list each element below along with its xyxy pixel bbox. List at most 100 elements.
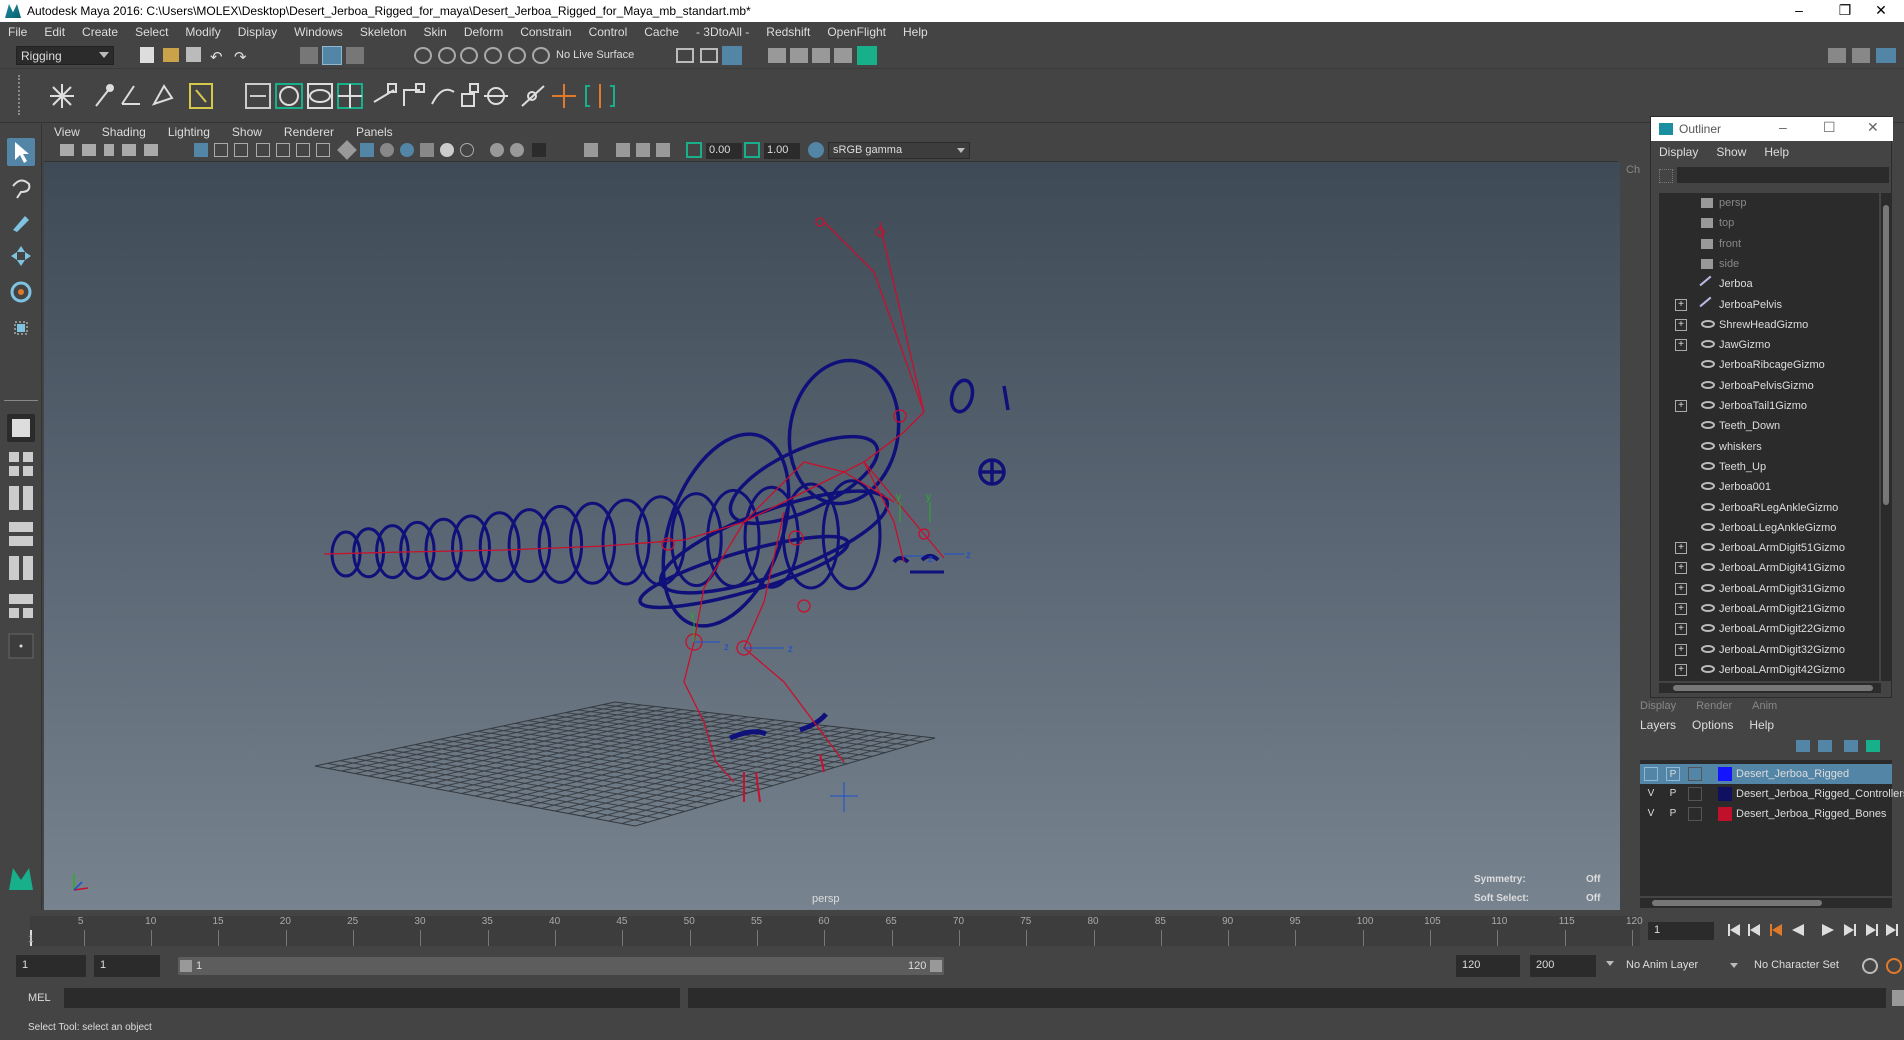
outliner-item[interactable]: side: [1659, 254, 1879, 274]
range-start-handle[interactable]: [180, 960, 192, 972]
scrollbar-thumb[interactable]: [1883, 205, 1889, 505]
exposure-field[interactable]: 0.00: [706, 143, 742, 159]
undo-icon[interactable]: ↶: [210, 48, 223, 66]
safe-action-icon[interactable]: [296, 143, 310, 157]
outliner-menu-item[interactable]: Help: [1764, 145, 1789, 159]
menu-item[interactable]: OpenFlight: [827, 25, 886, 39]
layer-row[interactable]: V P Desert_Jerboa_Rigged_Bones: [1640, 804, 1892, 824]
render-view-icon[interactable]: [768, 48, 786, 63]
viewport-menu-item[interactable]: Lighting: [168, 125, 210, 139]
outliner-item[interactable]: + JerboaLArmDigit42Gizmo: [1659, 660, 1879, 680]
menu-item[interactable]: Control: [589, 25, 628, 39]
snap-point-icon[interactable]: [460, 47, 478, 64]
viewport-menu-item[interactable]: Renderer: [284, 125, 334, 139]
script-editor-icon[interactable]: [1892, 990, 1904, 1006]
viewport-menu-item[interactable]: Panels: [356, 125, 393, 139]
screen-space-ao-icon[interactable]: [490, 143, 504, 157]
scene-canvas[interactable]: y y z z y z z: [44, 162, 1620, 910]
outliner-search-input[interactable]: [1677, 167, 1889, 183]
channel-box-tab[interactable]: Ch: [1626, 164, 1640, 176]
layer-editor-tab[interactable]: Render: [1696, 700, 1732, 714]
expand-icon[interactable]: +: [1675, 663, 1687, 676]
outliner-item[interactable]: persp: [1659, 193, 1879, 213]
snap-live-icon[interactable]: [508, 47, 526, 64]
antialias-icon[interactable]: [532, 143, 546, 157]
scrollbar-thumb[interactable]: [1652, 900, 1822, 906]
scale-tool-icon[interactable]: [7, 314, 35, 342]
layer-display-type-toggle[interactable]: [1688, 767, 1702, 781]
live-surface-label[interactable]: No Live Surface: [556, 49, 634, 61]
outliner-horizontal-scrollbar[interactable]: [1659, 683, 1881, 693]
close-icon[interactable]: ✕: [1867, 119, 1879, 136]
filter-icon[interactable]: [1659, 169, 1673, 183]
snap-grid-icon[interactable]: [414, 47, 432, 64]
grid-toggle-icon[interactable]: [194, 143, 208, 157]
outliner-toggle-icon[interactable]: [1876, 48, 1896, 63]
outliner-item[interactable]: Teeth_Up: [1659, 457, 1879, 477]
animation-start-field[interactable]: 1: [16, 955, 86, 977]
playback-start-field[interactable]: 1: [94, 955, 160, 977]
snap-surface-icon[interactable]: [532, 47, 550, 64]
input-ops-icon[interactable]: [676, 48, 694, 63]
isolate-select-icon[interactable]: [584, 143, 598, 157]
hypershade-icon[interactable]: [857, 46, 877, 65]
select-hierarchy-icon[interactable]: [300, 47, 318, 64]
redo-icon[interactable]: ↷: [234, 48, 247, 66]
outliner-item[interactable]: + JerboaLArmDigit51Gizmo: [1659, 538, 1879, 558]
render-settings-icon[interactable]: [834, 48, 852, 63]
minimize-icon[interactable]: –: [1776, 0, 1822, 22]
outliner-item[interactable]: + JerboaPelvis: [1659, 295, 1879, 315]
outliner-menu-item[interactable]: Display: [1659, 145, 1698, 159]
viewport-menu-item[interactable]: View: [54, 125, 80, 139]
symmetry-icon[interactable]: [722, 46, 742, 65]
command-input[interactable]: [64, 988, 680, 1008]
maximize-icon[interactable]: ☐: [1823, 119, 1836, 136]
range-end-handle[interactable]: [930, 960, 942, 972]
outliner-item[interactable]: + JerboaLArmDigit21Gizmo: [1659, 599, 1879, 619]
outliner-menu-item[interactable]: Show: [1716, 145, 1746, 159]
outliner-item[interactable]: + JerboaLArmDigit32Gizmo: [1659, 640, 1879, 660]
paint-select-icon[interactable]: [7, 208, 35, 236]
menu-item[interactable]: Help: [903, 25, 928, 39]
layer-color-swatch[interactable]: [1718, 767, 1732, 781]
rotate-tool-icon[interactable]: [7, 278, 35, 306]
layer-display-type-toggle[interactable]: [1688, 787, 1702, 801]
menu-item[interactable]: Constrain: [520, 25, 571, 39]
scrollbar-thumb[interactable]: [1673, 685, 1873, 691]
layout-more-icon[interactable]: [7, 632, 35, 660]
outliner-item[interactable]: + JerboaLArmDigit22Gizmo: [1659, 619, 1879, 639]
time-slider-track[interactable]: [30, 916, 1640, 946]
animation-preferences-icon[interactable]: [1886, 958, 1902, 974]
menu-item[interactable]: File: [8, 25, 27, 39]
layer-row[interactable]: P Desert_Jerboa_Rigged: [1640, 764, 1892, 784]
anim-layer-dropdown[interactable]: No Anim Layer: [1620, 955, 1740, 977]
menu-item[interactable]: Edit: [44, 25, 65, 39]
expand-icon[interactable]: +: [1675, 339, 1687, 352]
close-icon[interactable]: ✕: [1858, 0, 1904, 22]
layer-display-type-toggle[interactable]: [1688, 807, 1702, 821]
channel-box-toggle-icon[interactable]: [1852, 48, 1870, 63]
script-language-toggle[interactable]: MEL: [28, 992, 51, 1004]
save-scene-icon[interactable]: [186, 47, 201, 62]
layout-hypershade-icon[interactable]: [7, 592, 35, 620]
render-current-icon[interactable]: [790, 48, 808, 63]
move-layer-up-icon[interactable]: [1796, 740, 1810, 752]
outliner-item[interactable]: + JerboaTail1Gizmo: [1659, 396, 1879, 416]
layer-editor-menu-item[interactable]: Help: [1749, 718, 1774, 732]
layout-single-icon[interactable]: [7, 414, 35, 442]
shelf-tabs-handle[interactable]: [18, 75, 28, 115]
expand-icon[interactable]: +: [1675, 623, 1687, 636]
textured-icon[interactable]: [420, 143, 434, 157]
camera-attributes-icon[interactable]: [82, 144, 96, 156]
playback-end-field[interactable]: 120: [1456, 955, 1520, 977]
new-empty-layer-icon[interactable]: [1844, 740, 1858, 752]
layer-playback-toggle[interactable]: P: [1666, 787, 1680, 801]
outliner-vertical-scrollbar[interactable]: [1881, 193, 1891, 681]
gamma-field[interactable]: 1.00: [764, 143, 800, 159]
layer-visibility-toggle[interactable]: V: [1644, 787, 1658, 801]
perspective-viewport[interactable]: y y z z y z z persp Symmetry: Off Soft S…: [44, 162, 1620, 910]
xray-active-icon[interactable]: [636, 143, 650, 157]
menu-set-dropdown[interactable]: Rigging: [16, 46, 114, 65]
2d-pan-zoom-icon[interactable]: [144, 144, 158, 156]
field-chart-icon[interactable]: [276, 143, 290, 157]
